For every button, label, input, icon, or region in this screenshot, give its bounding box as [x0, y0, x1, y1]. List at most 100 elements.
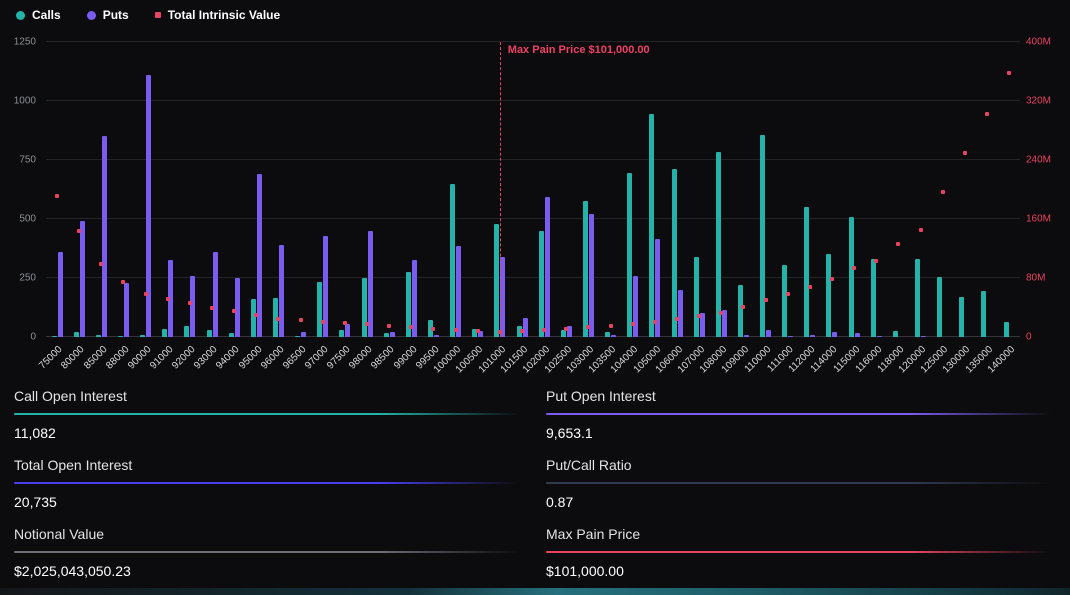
series-square-icon	[155, 12, 161, 18]
call-bar	[672, 169, 677, 337]
stat-value: $101,000.00	[546, 563, 1052, 579]
call-bar	[871, 259, 876, 337]
right-axis-tick: 400M	[1026, 37, 1051, 48]
legend-label: Calls	[32, 8, 61, 22]
x-axis-label: 85000	[82, 344, 109, 371]
x-axis-label: 95000	[237, 344, 264, 371]
intrinsic-value-marker	[365, 322, 369, 326]
call-bar	[583, 201, 588, 337]
x-axis-label: 96500	[281, 344, 308, 371]
put-bar	[213, 252, 218, 337]
stat-label: Notional Value	[14, 526, 520, 542]
stat-label: Put/Call Ratio	[546, 457, 1052, 473]
strike-group: 114000	[821, 42, 843, 337]
call-bar	[738, 285, 743, 337]
x-axis-label: 98500	[370, 344, 397, 371]
put-bar	[102, 136, 107, 337]
strike-group: 107000	[688, 42, 710, 337]
chart: CallsPutsTotal Intrinsic Value 025050075…	[0, 0, 1070, 382]
call-bar	[959, 297, 964, 337]
chart-zoom-scrollbar[interactable]	[0, 588, 1070, 595]
call-bar	[494, 224, 499, 337]
strike-group: 109000	[732, 42, 754, 337]
intrinsic-value-marker	[55, 194, 59, 198]
strike-group: 88000	[112, 42, 134, 337]
strike-group: 98500	[378, 42, 400, 337]
strike-group: 102000	[533, 42, 555, 337]
strike-group: 95000	[245, 42, 267, 337]
call-bar	[207, 330, 212, 337]
stat-label: Max Pain Price	[546, 526, 1052, 542]
put-bar	[589, 214, 594, 337]
stat-label: Call Open Interest	[14, 388, 520, 404]
plot-area: 7500080000850008800090000910009200093000…	[46, 42, 1020, 337]
intrinsic-value-marker	[121, 280, 125, 284]
strike-group: 118000	[887, 42, 909, 337]
strike-group: 99000	[400, 42, 422, 337]
legend-item-puts[interactable]: Puts	[87, 8, 129, 22]
put-bar	[810, 335, 815, 337]
intrinsic-value-marker	[675, 317, 679, 321]
intrinsic-value-marker	[852, 266, 856, 270]
right-axis-tick: 0	[1026, 332, 1032, 343]
intrinsic-value-marker	[476, 329, 480, 333]
legend-item-total-intrinsic-value[interactable]: Total Intrinsic Value	[155, 8, 280, 22]
intrinsic-value-marker	[232, 309, 236, 313]
legend-label: Puts	[103, 8, 129, 22]
x-axis-label: 92000	[170, 344, 197, 371]
intrinsic-value-marker	[77, 229, 81, 233]
intrinsic-value-marker	[542, 328, 546, 332]
strike-group: 125000	[932, 42, 954, 337]
intrinsic-value-marker	[564, 327, 568, 331]
x-axis-label: 94000	[215, 344, 242, 371]
strike-group: 115000	[843, 42, 865, 337]
stat-value: 20,735	[14, 494, 520, 510]
stat-value: 0.87	[546, 494, 1052, 510]
strike-group: 100000	[445, 42, 467, 337]
max-pain-label: Max Pain Price $101,000.00	[508, 44, 650, 56]
stat-value: 11,082	[14, 425, 520, 441]
strike-group: 96000	[267, 42, 289, 337]
put-bar	[611, 335, 616, 337]
call-bar	[384, 333, 389, 337]
call-bar	[849, 217, 854, 337]
call-bar	[694, 257, 699, 337]
stat-call-open-interest: Call Open Interest 11,082	[14, 388, 520, 441]
call-bar	[627, 173, 632, 337]
put-bar	[456, 246, 461, 337]
left-axis-tick: 750	[19, 155, 36, 166]
put-bar	[921, 336, 926, 337]
intrinsic-value-marker	[299, 318, 303, 322]
strike-group: 96500	[290, 42, 312, 337]
intrinsic-value-marker	[985, 112, 989, 116]
x-axis-label: 88000	[104, 344, 131, 371]
call-bar	[760, 135, 765, 337]
bars-row: 7500080000850008800090000910009200093000…	[46, 42, 1020, 337]
x-axis-label: 75000	[37, 344, 64, 371]
intrinsic-value-marker	[188, 301, 192, 305]
strike-group: 100500	[467, 42, 489, 337]
right-axis-tick: 160M	[1026, 214, 1051, 225]
legend-item-calls[interactable]: Calls	[16, 8, 61, 22]
intrinsic-value-marker	[697, 314, 701, 318]
call-bar	[339, 330, 344, 337]
series-dot-icon	[16, 11, 25, 20]
stat-total-open-interest: Total Open Interest20,735	[14, 457, 520, 510]
stat-underline	[14, 413, 520, 415]
put-bar	[124, 283, 129, 337]
intrinsic-value-marker	[808, 285, 812, 289]
intrinsic-value-marker	[166, 297, 170, 301]
stat-underline	[546, 413, 1052, 415]
put-bar	[390, 332, 395, 337]
x-axis-label: 93000	[192, 344, 219, 371]
strike-group: 93000	[201, 42, 223, 337]
call-bar	[162, 329, 167, 337]
put-bar	[633, 276, 638, 337]
intrinsic-value-marker	[786, 292, 790, 296]
call-bar	[229, 333, 234, 337]
put-bar	[434, 335, 439, 337]
strike-group: 94000	[223, 42, 245, 337]
call-bar	[981, 291, 986, 337]
put-bar	[190, 276, 195, 337]
stat-value: 9,653.1	[546, 425, 1052, 441]
